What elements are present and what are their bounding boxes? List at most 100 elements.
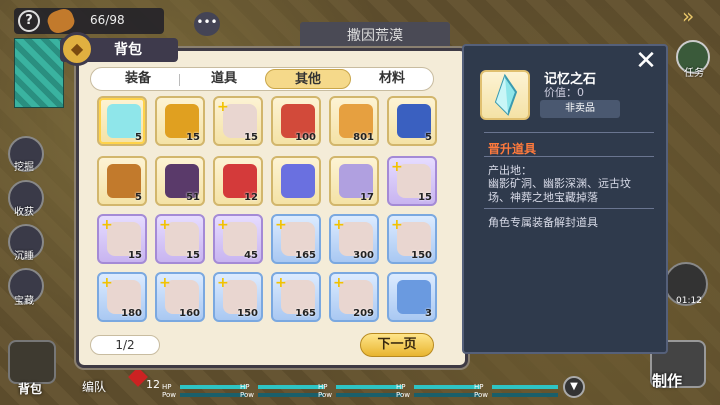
item-count: 5 <box>135 192 142 203</box>
item-slot[interactable]: +160 <box>155 272 205 322</box>
item-slot[interactable]: +15 <box>97 214 147 264</box>
sale-status-badge: 非卖品 <box>540 100 620 118</box>
item-count: 165 <box>295 308 316 319</box>
plus-icon: + <box>391 159 403 175</box>
tab-equipment[interactable]: 装备 <box>95 69 181 89</box>
bag-tabs: 装备 道具 其他 材料 <box>90 67 434 91</box>
divider <box>484 156 654 157</box>
item-type: 晋升道具 <box>488 142 537 156</box>
plus-icon: + <box>101 217 113 233</box>
dig-label: 挖掘 <box>14 162 34 173</box>
gem-count: 12 <box>146 378 160 391</box>
chevron-right-icon[interactable]: » <box>682 4 710 28</box>
item-slot[interactable]: 5 <box>387 96 437 146</box>
plus-icon: + <box>101 275 113 291</box>
item-count: 15 <box>418 192 432 203</box>
item-count: 100 <box>295 132 316 143</box>
item-slot[interactable]: +300 <box>329 214 379 264</box>
chevron-down-icon[interactable]: ▼ <box>563 376 585 398</box>
bag-icon: ◆ <box>60 32 94 66</box>
item-slot[interactable]: 17 <box>329 156 379 206</box>
item-count: 160 <box>179 308 200 319</box>
item-slot[interactable]: +15 <box>155 214 205 264</box>
item-slot[interactable]: 5 <box>97 96 147 146</box>
close-icon[interactable]: ✕ <box>632 48 660 76</box>
tab-materials[interactable]: 材料 <box>349 69 435 89</box>
item-slot[interactable]: +15 <box>213 96 263 146</box>
item-count: 150 <box>411 250 432 261</box>
plus-icon: + <box>159 275 171 291</box>
team-button[interactable]: 编队 <box>82 378 106 395</box>
item-count: 3 <box>425 308 432 319</box>
item-slot[interactable]: 12 <box>213 156 263 206</box>
party-hp-bar: HP Pow <box>162 383 248 403</box>
area-banner: 撒因荒漠 <box>300 22 450 50</box>
harvest-label: 收获 <box>14 207 34 218</box>
origin-header: 产出地： <box>488 164 532 177</box>
chat-button[interactable]: ••• <box>194 12 220 36</box>
plus-icon: + <box>217 99 229 115</box>
party-hp-bar: HP Pow <box>396 383 482 403</box>
party-hp-bar: HP Pow <box>474 383 560 403</box>
help-button[interactable]: ? <box>18 10 40 32</box>
item-count: 51 <box>186 192 200 203</box>
item-slot[interactable]: 100 <box>271 96 321 146</box>
plus-icon: + <box>333 217 345 233</box>
sleep-label: 沉睡 <box>14 251 34 262</box>
plus-icon: + <box>333 275 345 291</box>
item-count: 15 <box>244 132 258 143</box>
item-count: 45 <box>244 250 258 261</box>
item-slot[interactable]: +150 <box>387 214 437 264</box>
item-count: 5 <box>135 132 142 143</box>
item-slot[interactable]: +165 <box>271 214 321 264</box>
plus-icon: + <box>275 275 287 291</box>
item-count: 209 <box>353 308 374 319</box>
item-slot[interactable]: 3 <box>387 272 437 322</box>
bag-button[interactable] <box>8 340 56 384</box>
item-slot[interactable]: 51 <box>155 156 205 206</box>
item-value: 价值：0 <box>544 86 584 99</box>
plus-icon: + <box>391 217 403 233</box>
plus-icon: + <box>159 217 171 233</box>
plus-icon: + <box>275 217 287 233</box>
item-slot[interactable]: +150 <box>213 272 263 322</box>
item-count: 150 <box>237 308 258 319</box>
item-slot[interactable]: +45 <box>213 214 263 264</box>
plus-icon: + <box>217 217 229 233</box>
task-label: 任务 <box>684 68 704 79</box>
crystal-icon <box>480 70 530 120</box>
item-count: 15 <box>186 250 200 261</box>
page-indicator: 1/2 <box>90 335 160 355</box>
item-slot[interactable]: 801 <box>329 96 379 146</box>
item-description: 角色专属装备解封道具 <box>488 216 598 229</box>
item-count: 801 <box>353 132 374 143</box>
item-count: 17 <box>360 192 374 203</box>
item-count: 12 <box>244 192 258 203</box>
item-count: 5 <box>425 132 432 143</box>
item-count: 180 <box>121 308 142 319</box>
item-count: 165 <box>295 250 316 261</box>
minimap[interactable] <box>14 38 64 108</box>
next-page-button[interactable]: 下一页 <box>360 333 434 357</box>
party-hp-bar: HP Pow <box>318 383 404 403</box>
item-count: 300 <box>353 250 374 261</box>
tab-divider <box>179 74 180 86</box>
resource-count: 66/98 <box>90 13 125 27</box>
item-count: 15 <box>128 250 142 261</box>
craft-label: 制作 <box>652 372 683 390</box>
item-slot[interactable]: 15 <box>155 96 205 146</box>
bag-button-label: 背包 <box>18 382 43 396</box>
item-slot[interactable]: +209 <box>329 272 379 322</box>
item-slot[interactable] <box>271 156 321 206</box>
tab-other[interactable]: 其他 <box>265 69 351 89</box>
item-slot[interactable]: +180 <box>97 272 147 322</box>
treasure-label: 宝藏 <box>14 296 34 307</box>
star-icon <box>281 164 315 198</box>
item-count: 15 <box>186 132 200 143</box>
origin-text: 幽影矿洞、幽影深渊、远古坟场、神葬之地宝藏掉落 <box>488 177 631 204</box>
item-slot[interactable]: +15 <box>387 156 437 206</box>
plus-icon: + <box>217 275 229 291</box>
item-slot[interactable]: 5 <box>97 156 147 206</box>
item-slot[interactable]: +165 <box>271 272 321 322</box>
tab-items[interactable]: 道具 <box>181 69 267 89</box>
